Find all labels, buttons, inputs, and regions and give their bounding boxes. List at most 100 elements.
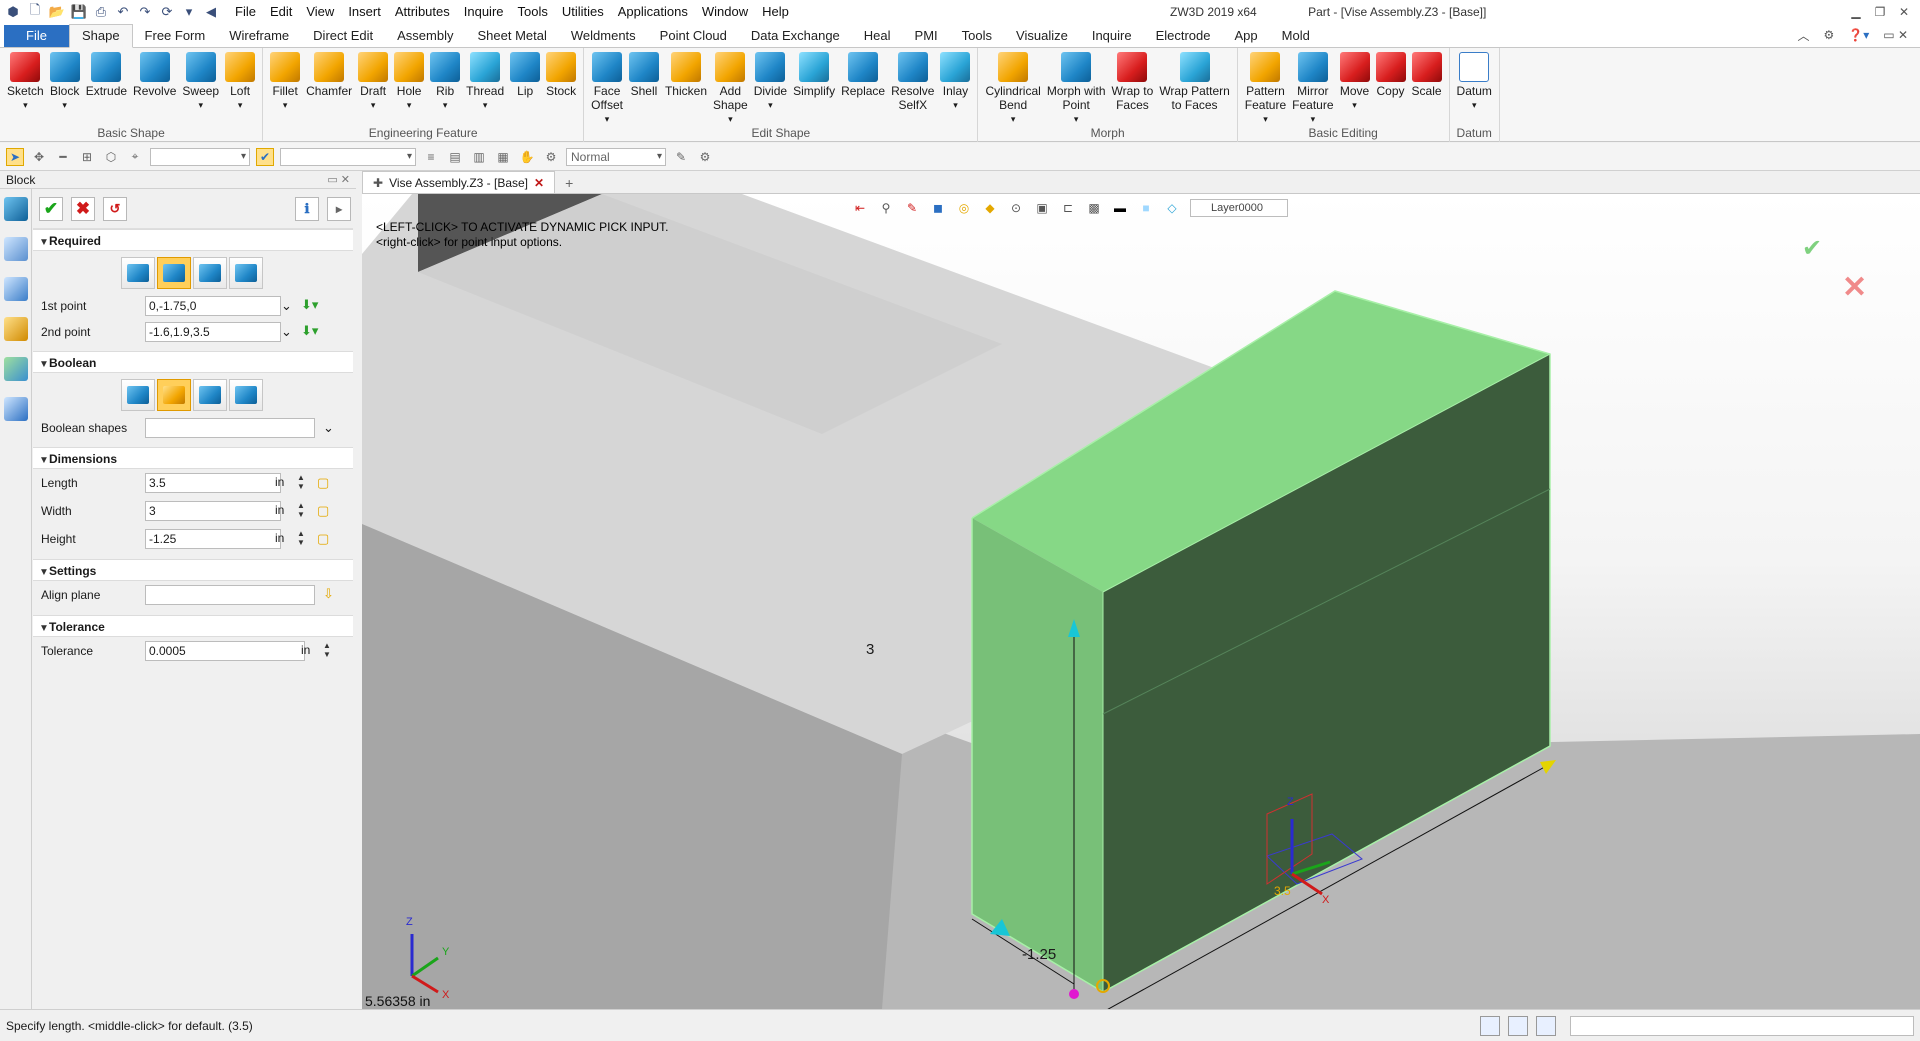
pick-combo[interactable] [280, 147, 416, 166]
back-arrow-icon[interactable]: ◀ [202, 3, 220, 21]
chevron-down-icon[interactable]: ▾ [1472, 98, 1477, 112]
layer-combo[interactable]: Layer0000 [1190, 199, 1288, 217]
boolean-remove-option[interactable] [193, 379, 227, 411]
collapse-ribbon-icon[interactable]: ︿ [1798, 27, 1810, 44]
tab-file[interactable]: File [4, 25, 69, 47]
block-center-face-option[interactable] [193, 257, 227, 289]
history-icon[interactable] [4, 237, 28, 261]
orient-icon[interactable]: ◎ [956, 200, 972, 216]
exit-icon[interactable]: ⇤ [852, 200, 868, 216]
pick-point-icon[interactable]: ⬇▾ [301, 323, 318, 339]
height-stepper[interactable]: ▲ ▼ [297, 529, 305, 547]
pick-point-icon[interactable]: ⬇▾ [301, 297, 318, 313]
section-header-dimensions[interactable]: ▼Dimensions [33, 447, 353, 469]
zoom-fit-icon[interactable]: ⊙ [1008, 200, 1024, 216]
menu-applications[interactable]: Applications [611, 0, 695, 24]
tab-data-exchange[interactable]: Data Exchange [739, 25, 852, 47]
length-dimension-text[interactable]: 3.5 [1274, 884, 1291, 898]
boolean-base-option[interactable] [121, 379, 155, 411]
open-folder-icon[interactable]: 📂 [48, 3, 66, 21]
second-point-input[interactable]: -1.6,1.9,3.5 [145, 322, 281, 342]
filter-icon[interactable]: ⊞ [78, 148, 96, 166]
chevron-down-icon[interactable]: ▾ [371, 98, 376, 112]
double-chevron-icon[interactable]: ⌄ [323, 420, 334, 436]
tab-electrode[interactable]: Electrode [1144, 25, 1223, 47]
mode-combo[interactable]: Normal [566, 147, 666, 166]
tab-pmi[interactable]: PMI [903, 25, 950, 47]
palette-icon[interactable] [4, 357, 28, 381]
section-header-tolerance[interactable]: ▼Tolerance [33, 615, 353, 637]
boolean-shapes-input[interactable] [145, 418, 315, 438]
pick-filter-icon[interactable]: ⌖ [126, 148, 144, 166]
close-icon[interactable]: ✕ [1892, 0, 1916, 24]
model-scene[interactable] [362, 194, 1920, 1009]
chevron-down-icon[interactable]: ▾ [1074, 112, 1079, 126]
color-swatch-icon[interactable]: ▬ [1112, 200, 1128, 216]
lock-icon[interactable]: ▢ [317, 475, 329, 491]
panel-icon[interactable] [1536, 1016, 1556, 1036]
display-icon[interactable]: ▩ [1086, 200, 1102, 216]
chevron-down-icon[interactable]: ▾ [605, 112, 610, 126]
section-header-settings[interactable]: ▼Settings [33, 559, 353, 581]
chevron-down-icon[interactable]: ▾ [728, 112, 733, 126]
menu-file[interactable]: File [228, 0, 263, 24]
accept-icon[interactable]: ✔ [1802, 234, 1822, 263]
menu-insert[interactable]: Insert [341, 0, 388, 24]
chevron-down-icon[interactable]: ▾ [443, 98, 448, 112]
chevron-down-icon[interactable]: ▾ [180, 3, 198, 21]
width-input[interactable]: 3 [145, 501, 281, 521]
line-icon[interactable]: ━ [54, 148, 72, 166]
tab-mold[interactable]: Mold [1270, 25, 1322, 47]
section-icon[interactable]: ⊏ [1060, 200, 1076, 216]
menu-tools[interactable]: Tools [511, 0, 555, 24]
tab-free-form[interactable]: Free Form [133, 25, 218, 47]
hand-icon[interactable]: ✋ [518, 148, 536, 166]
menu-edit[interactable]: Edit [263, 0, 299, 24]
ruler-icon[interactable]: ✎ [904, 200, 920, 216]
chevron-down-icon[interactable]: ▾ [1311, 112, 1316, 126]
feature-manager-icon[interactable] [4, 197, 28, 221]
render-icon[interactable]: ◇ [1164, 200, 1180, 216]
chevron-down-icon[interactable]: ▾ [1263, 112, 1268, 126]
pin-button[interactable]: ▸ [327, 196, 351, 221]
redo-icon[interactable]: ↷ [136, 3, 154, 21]
chevron-down-icon[interactable]: ▾ [1011, 112, 1016, 126]
filter-icon[interactable]: ⚲ [878, 200, 894, 216]
distribute-icon[interactable]: ▥ [470, 148, 488, 166]
layer-manager-icon[interactable] [4, 317, 28, 341]
background-icon[interactable]: ■ [1138, 200, 1154, 216]
pick-plane-icon[interactable]: ⇩ [323, 586, 334, 602]
tab-point-cloud[interactable]: Point Cloud [648, 25, 739, 47]
menu-view[interactable]: View [299, 0, 341, 24]
depth-dimension-text[interactable]: -1.25 [1022, 946, 1056, 963]
window-restore-icon[interactable]: ▭ ✕ [1883, 28, 1908, 42]
ok-button[interactable]: ✔ [39, 196, 63, 221]
help-icon[interactable]: ❓▾ [1848, 28, 1869, 42]
cancel-button[interactable]: ✖ [71, 196, 95, 221]
assembly-tree-icon[interactable] [4, 277, 28, 301]
filter-combo[interactable] [150, 147, 250, 166]
tab-weldments[interactable]: Weldments [559, 25, 648, 47]
boolean-intersect-option[interactable] [229, 379, 263, 411]
undo-icon[interactable]: ↶ [114, 3, 132, 21]
save-icon[interactable]: 💾 [70, 3, 88, 21]
graphics-viewport[interactable]: <LEFT-CLICK> TO ACTIVATE DYNAMIC PICK IN… [362, 194, 1920, 1009]
restore-icon[interactable]: ❐ [1868, 0, 1892, 24]
chevron-down-icon[interactable]: ▾ [23, 98, 28, 112]
height-dimension-text[interactable]: 3 [866, 641, 874, 658]
chevron-down-icon[interactable]: ▾ [768, 98, 773, 112]
menu-inquire[interactable]: Inquire [457, 0, 511, 24]
align-plane-input[interactable] [145, 585, 315, 605]
double-chevron-icon[interactable]: ⌄ [281, 324, 292, 340]
monitor-icon[interactable] [1508, 1016, 1528, 1036]
user-icon[interactable] [4, 397, 28, 421]
smart-pick-icon[interactable]: ✔ [256, 147, 274, 166]
menu-window[interactable]: Window [695, 0, 755, 24]
tab-app[interactable]: App [1223, 25, 1270, 47]
snap-icon[interactable]: ≡ [422, 148, 440, 166]
menu-utilities[interactable]: Utilities [555, 0, 611, 24]
tab-visualize[interactable]: Visualize [1004, 25, 1080, 47]
first-point-input[interactable]: 0,-1.75,0 [145, 296, 281, 316]
new-file-icon[interactable]: 🗋 [26, 2, 44, 21]
tab-heal[interactable]: Heal [852, 25, 903, 47]
